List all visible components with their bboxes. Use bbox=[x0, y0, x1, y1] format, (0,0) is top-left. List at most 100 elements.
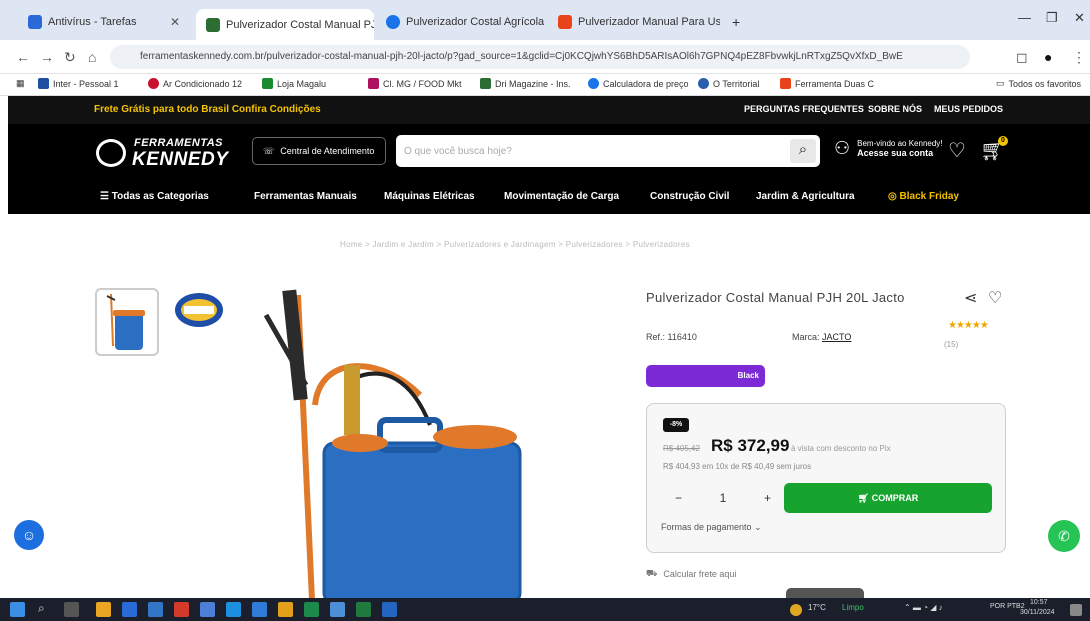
product-title: Pulverizador Costal Manual PJH 20L Jacto bbox=[646, 290, 905, 305]
search-icon[interactable]: ⌕ bbox=[790, 139, 816, 163]
search-input[interactable] bbox=[404, 141, 774, 161]
product-main-image[interactable] bbox=[260, 285, 530, 605]
back-icon[interactable]: ← bbox=[16, 49, 30, 65]
bookmark-6[interactable]: Calculadora de preço bbox=[588, 78, 689, 89]
accessibility-icon: ☺ bbox=[21, 527, 37, 543]
close-tab-icon[interactable]: ✕ bbox=[170, 15, 180, 29]
app4-icon[interactable] bbox=[330, 602, 345, 617]
system-tray-icons[interactable]: ⌃ ▬ ◔ ◢ ♪ bbox=[904, 603, 943, 612]
category-construction[interactable]: Construção Civil bbox=[650, 191, 729, 202]
bookmark-2[interactable]: Ar Condicionado 12 bbox=[148, 78, 242, 89]
menu-icon[interactable]: ⋮ bbox=[1072, 49, 1086, 66]
bookmark-label: Dri Magazine - Ins. bbox=[495, 78, 571, 89]
browser-tab-1[interactable]: Antivírus - Tarefas ✕ bbox=[18, 8, 190, 36]
bookmark-favicon-icon bbox=[698, 78, 709, 89]
profile-icon[interactable]: ● bbox=[1044, 49, 1052, 65]
bookmark-8[interactable]: Ferramenta Duas C bbox=[780, 78, 874, 89]
quantity-increase-button[interactable]: + bbox=[764, 491, 771, 505]
bookmark-label: Todos os favoritos bbox=[1008, 78, 1082, 89]
bookmark-favicon-icon bbox=[368, 78, 379, 89]
new-tab-button[interactable]: + bbox=[722, 8, 752, 36]
current-price: R$ 372,99 bbox=[711, 436, 790, 455]
category-power-tools[interactable]: Máquinas Elétricas bbox=[384, 191, 475, 202]
app2-icon[interactable] bbox=[252, 602, 267, 617]
price-note: à vista com desconto no Pix bbox=[791, 444, 891, 453]
favorite-heart-icon[interactable]: ♡ bbox=[988, 288, 1002, 308]
service-center-button[interactable]: ☏ Central de Atendimento bbox=[252, 137, 386, 165]
thumbnail-2[interactable] bbox=[172, 290, 226, 330]
product-brand: Marca: JACTO bbox=[792, 332, 851, 342]
weather-temp[interactable]: 17°C bbox=[808, 603, 826, 612]
browser-tab-4[interactable]: Pulverizador Manual Para Uso ✕ bbox=[548, 8, 720, 36]
browser-tab-3[interactable]: Pulverizador Costal Agrícola ✕ bbox=[376, 8, 548, 36]
brand-label: Marca: bbox=[792, 332, 820, 342]
clock-time[interactable]: 10:57 bbox=[1030, 599, 1048, 606]
account-area[interactable]: ⚇ Bem-vindo ao Kennedy! Acesse sua conta bbox=[834, 138, 943, 159]
payment-options-link[interactable]: Formas de pagamento ⌄ bbox=[661, 522, 762, 533]
chrome-icon[interactable] bbox=[278, 602, 293, 617]
share-icon[interactable]: ⋖ bbox=[964, 288, 977, 308]
quantity-decrease-button[interactable]: − bbox=[675, 491, 682, 505]
task-view-icon[interactable] bbox=[64, 602, 79, 617]
bookmark-5[interactable]: Dri Magazine - Ins. bbox=[480, 78, 571, 89]
thumbnail-1[interactable] bbox=[95, 288, 159, 356]
orders-link[interactable]: MEUS PEDIDOS bbox=[934, 104, 1003, 114]
kennedy-logo[interactable]: FERRAMENTAS KENNEDY bbox=[96, 135, 232, 171]
service-center-label: Central de Atendimento bbox=[280, 146, 375, 156]
accessibility-button[interactable]: ☺ bbox=[14, 520, 44, 550]
faq-link[interactable]: PERGUNTAS FREQUENTES bbox=[744, 104, 864, 114]
close-window-icon[interactable]: ✕ bbox=[1074, 10, 1085, 26]
extensions-icon[interactable]: ◻ bbox=[1016, 49, 1028, 66]
shipping-calc-link[interactable]: ⛟ Calcular frete aqui bbox=[646, 568, 736, 580]
whatsapp-button[interactable]: ✆ bbox=[1048, 520, 1080, 552]
app3-icon[interactable] bbox=[304, 602, 319, 617]
category-manual-tools[interactable]: Ferramentas Manuais bbox=[254, 191, 357, 202]
bookmark-3[interactable]: Loja Magalu bbox=[262, 78, 326, 89]
quantity-value[interactable]: 1 bbox=[720, 491, 727, 505]
bookmark-1[interactable]: Inter - Pessoal 1 bbox=[38, 78, 119, 89]
breadcrumb[interactable]: Home > Jardim e Jardim > Pulverizadores … bbox=[340, 240, 690, 249]
url-field[interactable]: ferramentaskennedy.com.br/pulverizador-c… bbox=[110, 45, 970, 69]
outlook-icon[interactable] bbox=[382, 602, 397, 617]
explorer-icon[interactable] bbox=[96, 602, 111, 617]
home-icon[interactable]: ⌂ bbox=[88, 49, 96, 65]
category-garden[interactable]: Jardim & Agricultura bbox=[756, 191, 855, 202]
word-icon[interactable] bbox=[148, 602, 163, 617]
excel-icon[interactable] bbox=[356, 602, 371, 617]
minimize-icon[interactable]: — bbox=[1018, 10, 1031, 25]
brand-link[interactable]: JACTO bbox=[822, 332, 851, 342]
bookmark-label: Calculadora de preço bbox=[603, 78, 689, 89]
scroll-to-top-tab[interactable] bbox=[786, 588, 864, 598]
category-label: Black Friday bbox=[899, 191, 959, 202]
start-icon[interactable] bbox=[10, 602, 25, 617]
cart-icon: 🛒︎ bbox=[857, 493, 872, 503]
wishlist-heart-icon[interactable]: ♡ bbox=[948, 138, 966, 163]
buy-label: COMPRAR bbox=[871, 493, 919, 503]
app-icon[interactable] bbox=[122, 602, 137, 617]
category-black-friday[interactable]: ◎ Black Friday bbox=[888, 191, 959, 202]
browser-tab-2[interactable]: Pulverizador Costal Manual PJH ✕ bbox=[196, 9, 374, 40]
category-all[interactable]: ☰ Todas as Categorias bbox=[100, 191, 209, 202]
all-bookmarks[interactable]: ▭ Todos os favoritos bbox=[996, 78, 1081, 89]
maximize-icon[interactable]: ❐ bbox=[1046, 10, 1058, 26]
buy-button[interactable]: 🛒︎ COMPRAR bbox=[784, 483, 992, 513]
bookmark-label: Ar Condicionado 12 bbox=[163, 78, 243, 89]
notifications-icon[interactable] bbox=[1070, 604, 1082, 616]
store-icon[interactable] bbox=[226, 602, 241, 617]
black-friday-banner: Black bbox=[646, 365, 765, 387]
promo-text[interactable]: Frete Grátis para todo Brasil Confira Co… bbox=[94, 104, 321, 115]
weather-icon[interactable] bbox=[790, 604, 802, 616]
reload-icon[interactable]: ↻ bbox=[64, 49, 76, 66]
search-icon[interactable]: ⌕ bbox=[38, 601, 45, 616]
bookmark-7[interactable]: O Territorial bbox=[698, 78, 759, 89]
forward-icon[interactable]: → bbox=[40, 49, 54, 65]
category-material-handling[interactable]: Movimentação de Carga bbox=[504, 191, 619, 202]
powerpoint-icon[interactable] bbox=[174, 602, 189, 617]
rating-stars-icon: ★★★★★ bbox=[948, 320, 989, 331]
apps-icon[interactable]: ▦ bbox=[16, 78, 25, 89]
mail-icon[interactable] bbox=[200, 602, 215, 617]
review-count[interactable]: (15) bbox=[944, 340, 958, 349]
headset-icon: ☏ bbox=[263, 145, 275, 156]
bookmark-4[interactable]: Cl. MG / FOOD Mkt bbox=[368, 78, 462, 89]
about-link[interactable]: SOBRE NÓS bbox=[868, 104, 922, 114]
